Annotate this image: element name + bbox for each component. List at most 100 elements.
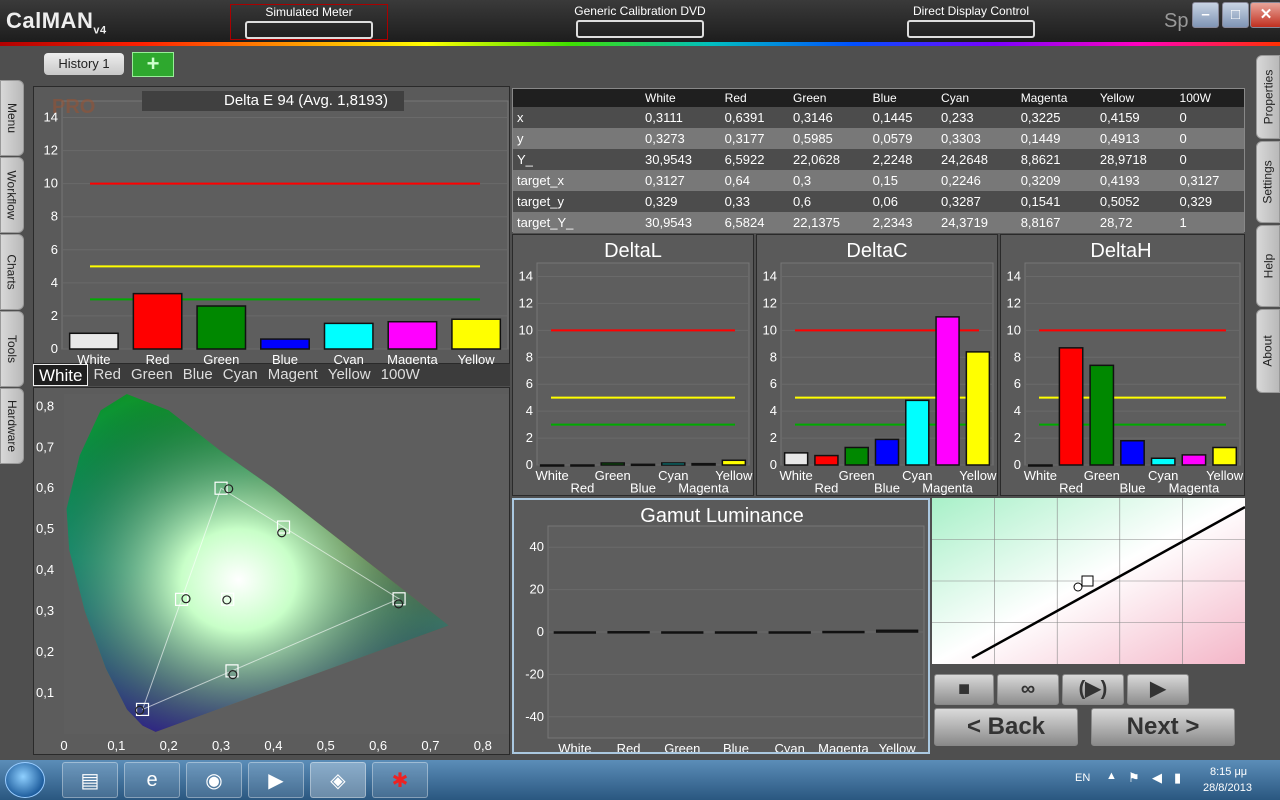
show-hidden-icons[interactable]: ▲ [1106, 770, 1117, 782]
bar-yellow [965, 351, 991, 466]
table-cell: 0,4193 [1095, 170, 1176, 191]
play-pause-button[interactable]: (▶) [1062, 674, 1124, 705]
y-tick-label: -40 [525, 709, 544, 724]
language-indicator[interactable]: EN [1075, 772, 1090, 784]
x-tick-label: Yellow [959, 468, 997, 483]
table-cell: 0,5985 [789, 128, 869, 149]
x-tick-label: Blue [723, 741, 749, 752]
y-tick-label: 10 [519, 322, 533, 337]
side-tab-charts[interactable]: Charts [0, 234, 24, 310]
brand-text: Sp [1164, 10, 1189, 32]
clock-date[interactable]: 28/8/2013 [1203, 782, 1252, 794]
table-row: Y_ 30,9543 6,5922 22,0628 2,2248 24,2648 8,862… [513, 149, 1244, 170]
internet-explorer-taskbar-icon[interactable]: e [124, 762, 180, 798]
volume-icon[interactable]: ◀ [1152, 770, 1162, 786]
bar-red [607, 631, 650, 634]
stop-button[interactable]: ■ [934, 674, 994, 705]
maximize-button[interactable]: □ [1222, 2, 1249, 28]
side-tab-menu[interactable]: Menu [0, 80, 24, 156]
bar-cyan [323, 322, 374, 350]
history-tab[interactable]: History 1 [44, 53, 124, 75]
x-tick-label: Blue [1119, 480, 1145, 495]
y-tick-label: 4 [526, 403, 533, 418]
y-tick-label: 8 [770, 349, 777, 364]
side-tab-properties[interactable]: Properties [1256, 55, 1280, 139]
plot-area [61, 100, 509, 350]
gamma-chart [932, 498, 1246, 664]
loop-button[interactable]: ∞ [997, 674, 1059, 705]
table-cell: 0,4159 [1095, 107, 1176, 128]
row-label: target_x [513, 170, 641, 191]
side-tab-settings[interactable]: Settings [1256, 141, 1280, 223]
side-tab-about[interactable]: About [1256, 309, 1280, 393]
calibration-dvd-device[interactable]: Generic Calibration DVD [572, 4, 708, 38]
x-tick-label: Yellow [1206, 468, 1244, 483]
x-tick-label: Cyan [775, 741, 805, 752]
series-tab-red[interactable]: Red [88, 364, 126, 386]
simulated-meter-device[interactable]: Simulated Meter [230, 4, 388, 40]
table-cell: 0,3287 [937, 191, 1017, 212]
y-tick-label: 12 [519, 295, 533, 310]
bar-green [1089, 364, 1115, 466]
start-button[interactable] [5, 762, 45, 798]
next-button[interactable]: Next > [1091, 708, 1235, 746]
y-tick-label: 2 [526, 430, 533, 445]
add-history-button[interactable]: + [132, 52, 174, 77]
series-tab-green[interactable]: Green [126, 364, 178, 386]
series-tab-white[interactable]: White [33, 364, 89, 386]
side-tab-workflow[interactable]: Workflow [0, 157, 24, 233]
series-tab-cyan[interactable]: Cyan [218, 364, 263, 386]
table-cell: 0,3209 [1016, 170, 1096, 191]
back-button[interactable]: < Back [934, 708, 1078, 746]
table-cell: 0,0579 [868, 128, 938, 149]
table-cell: 0 [1175, 128, 1244, 149]
play-button[interactable]: ▶ [1127, 674, 1189, 705]
y-tick-label: 12 [44, 143, 58, 158]
y-tick-label: 10 [1007, 322, 1021, 337]
table-cell: 30,9543 [641, 212, 721, 233]
y-tick-label: 0 [51, 341, 58, 356]
series-tab-magenta[interactable]: Magent [263, 364, 323, 386]
explorer-taskbar-icon[interactable]: ▤ [62, 762, 118, 798]
minimize-button[interactable]: – [1192, 2, 1219, 28]
y-tick-label: 8 [1014, 349, 1021, 364]
y-tick-label: 12 [1007, 295, 1021, 310]
side-tab-hardware[interactable]: Hardware [0, 388, 24, 464]
network-icon[interactable]: ▮ [1174, 770, 1181, 786]
table-header-green: Green [789, 89, 869, 107]
cie-chromaticity-chart: 0,1 0,2 0,3 0,4 0,5 0,6 0,7 0,8 0 0,1 0,2 0,3 0,4 0,5… [36, 394, 509, 753]
paint-taskbar-icon[interactable]: ✱ [372, 762, 428, 798]
table-header-blue: Blue [868, 89, 938, 107]
table-header-yellow: Yellow [1095, 89, 1176, 107]
y-tick-label: 2 [51, 308, 58, 323]
table-row: y 0,3273 0,3177 0,5985 0,0579 0,3303 0,1449 0,4… [513, 128, 1244, 149]
action-center-icon[interactable]: ⚑ [1128, 770, 1140, 786]
x-tick-label: Green [595, 468, 631, 483]
table-cell: 0,4913 [1095, 128, 1176, 149]
measured-marker [1073, 582, 1083, 592]
side-tab-help[interactable]: Help [1256, 225, 1280, 307]
y-tick-label: 0,1 [36, 685, 54, 700]
media-player-taskbar-icon[interactable]: ▶ [248, 762, 304, 798]
pro-watermark: PRO [52, 96, 95, 118]
row-label: target_y [513, 191, 641, 212]
table-cell: 0,3127 [641, 170, 721, 191]
y-tick-label: 0,2 [36, 644, 54, 659]
clock-time[interactable]: 8:15 μμ [1210, 766, 1247, 778]
chart-title: DeltaH [1090, 240, 1151, 262]
firefox-taskbar-icon[interactable]: ◉ [186, 762, 242, 798]
series-tab-yellow[interactable]: Yellow [323, 364, 376, 386]
y-tick-label: 0,5 [36, 521, 54, 536]
x-tick-label: Green [664, 741, 700, 752]
series-tab-blue[interactable]: Blue [178, 364, 218, 386]
bar-red [132, 292, 183, 350]
table-cell: 0 [1175, 107, 1244, 128]
series-tab-100w[interactable]: 100W [376, 364, 425, 386]
calman-taskbar-icon[interactable]: ◈ [310, 762, 366, 798]
direct-display-control-device[interactable]: Direct Display Control [905, 4, 1037, 38]
table-cell: 0,233 [937, 107, 1017, 128]
close-button[interactable]: ✕ [1250, 2, 1280, 28]
bar-white [539, 464, 565, 467]
side-tab-tools[interactable]: Tools [0, 311, 24, 387]
bar-yellow [451, 318, 502, 350]
